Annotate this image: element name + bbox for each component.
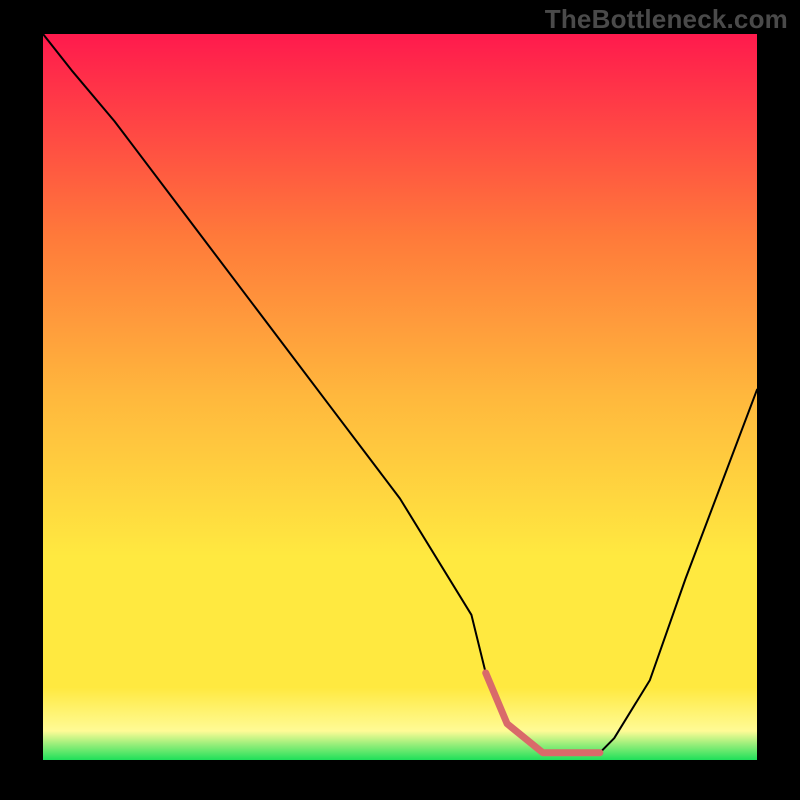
watermark-label: TheBottleneck.com xyxy=(545,4,788,35)
chart-frame: TheBottleneck.com xyxy=(0,0,800,800)
plot-background xyxy=(43,34,757,760)
bottleneck-chart xyxy=(0,0,800,800)
